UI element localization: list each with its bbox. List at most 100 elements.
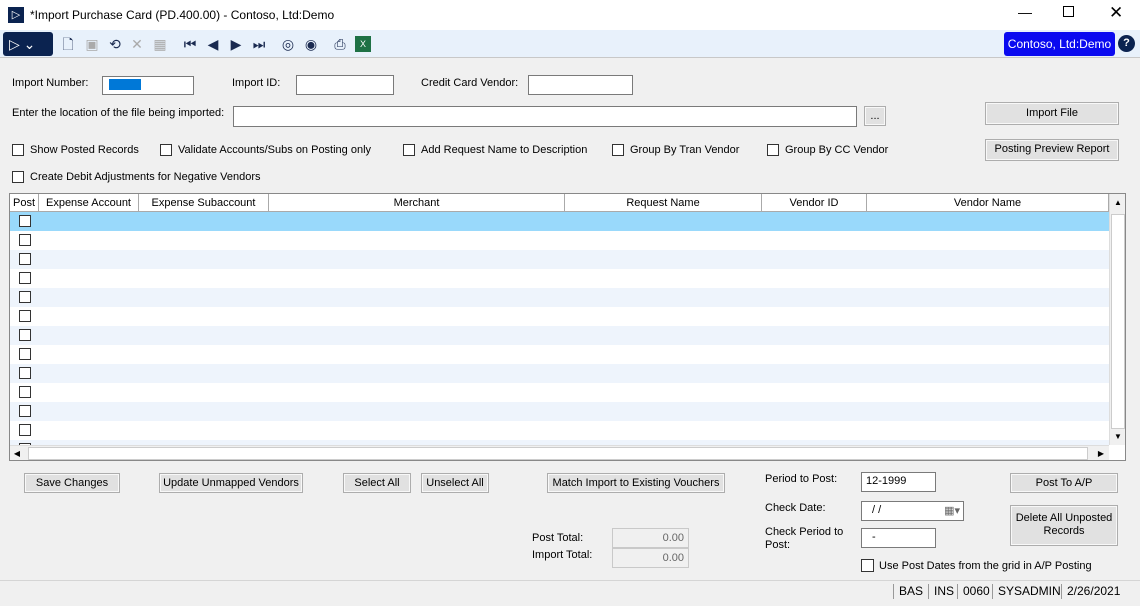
group-cc-vendor-checkbox[interactable] bbox=[767, 144, 779, 156]
table-row[interactable] bbox=[10, 421, 1109, 440]
post-checkbox[interactable] bbox=[19, 329, 31, 341]
debit-adjustments-checkbox[interactable] bbox=[12, 171, 24, 183]
table-row[interactable] bbox=[10, 231, 1109, 250]
scroll-right-icon[interactable]: ▶ bbox=[1094, 447, 1108, 460]
table-row[interactable] bbox=[10, 402, 1109, 421]
app-logo-icon: ▷ bbox=[8, 7, 24, 23]
save-changes-button[interactable]: Save Changes bbox=[24, 473, 120, 493]
show-posted-checkbox[interactable] bbox=[12, 144, 24, 156]
title-bar: ▷ *Import Purchase Card (PD.400.00) - Co… bbox=[0, 0, 1140, 30]
import-grid: Post Expense Account Expense Subaccount … bbox=[9, 193, 1126, 461]
column-header-vendor-id[interactable]: Vendor ID bbox=[762, 194, 867, 212]
post-checkbox[interactable] bbox=[19, 386, 31, 398]
import-file-button[interactable]: Import File bbox=[985, 102, 1119, 125]
table-row[interactable] bbox=[10, 307, 1109, 326]
import-number-label: Import Number: bbox=[12, 77, 89, 89]
post-checkbox[interactable] bbox=[19, 234, 31, 246]
post-checkbox[interactable] bbox=[19, 367, 31, 379]
post-to-ap-button[interactable]: Post To A/P bbox=[1010, 473, 1118, 493]
table-row[interactable] bbox=[10, 383, 1109, 402]
match-import-button[interactable]: Match Import to Existing Vouchers bbox=[547, 473, 725, 493]
post-total-value: 0.00 bbox=[612, 528, 689, 548]
status-code: 0060 bbox=[957, 584, 995, 599]
update-unmapped-vendors-button[interactable]: Update Unmapped Vendors bbox=[159, 473, 303, 493]
scroll-left-icon[interactable]: ◀ bbox=[10, 447, 24, 460]
show-posted-label: Show Posted Records bbox=[30, 144, 139, 156]
post-checkbox[interactable] bbox=[19, 310, 31, 322]
post-checkbox[interactable] bbox=[19, 215, 31, 227]
column-header-request-name[interactable]: Request Name bbox=[565, 194, 762, 212]
check-date-label: Check Date: bbox=[765, 502, 826, 514]
table-row[interactable] bbox=[10, 288, 1109, 307]
cc-vendor-label: Credit Card Vendor: bbox=[421, 77, 519, 89]
delete-unposted-button[interactable]: Delete All Unposted Records bbox=[1010, 505, 1118, 546]
nav-menu-button[interactable]: ▷ ⌄ bbox=[3, 32, 53, 56]
new-icon[interactable]: 🗋 bbox=[60, 36, 76, 52]
cancel-icon[interactable]: ▦ bbox=[152, 36, 168, 52]
autocomplete-icon[interactable]: ◎ bbox=[280, 36, 296, 52]
group-tran-vendor-label: Group By Tran Vendor bbox=[630, 144, 740, 156]
validate-accounts-checkbox[interactable] bbox=[160, 144, 172, 156]
company-badge[interactable]: Contoso, Ltd:Demo bbox=[1004, 32, 1115, 56]
post-checkbox[interactable] bbox=[19, 424, 31, 436]
table-row[interactable] bbox=[10, 269, 1109, 288]
scroll-up-icon[interactable]: ▲ bbox=[1111, 195, 1125, 210]
next-icon[interactable]: ▶ bbox=[228, 36, 244, 52]
previous-icon[interactable]: ◀ bbox=[205, 36, 221, 52]
column-header-expense-account[interactable]: Expense Account bbox=[39, 194, 139, 212]
import-number-input[interactable] bbox=[102, 76, 194, 95]
column-header-vendor-name[interactable]: Vendor Name bbox=[867, 194, 1109, 212]
validate-accounts-label: Validate Accounts/Subs on Posting only bbox=[178, 144, 372, 156]
period-to-post-input[interactable]: 12-1999 bbox=[861, 472, 936, 492]
import-total-label: Import Total: bbox=[532, 549, 593, 561]
last-icon[interactable]: ⏭ bbox=[251, 36, 267, 52]
select-all-button[interactable]: Select All bbox=[343, 473, 411, 493]
post-checkbox[interactable] bbox=[19, 253, 31, 265]
delete-icon[interactable]: ✕ bbox=[129, 36, 145, 52]
table-row[interactable] bbox=[10, 364, 1109, 383]
browse-button[interactable]: ... bbox=[864, 106, 886, 126]
post-checkbox[interactable] bbox=[19, 291, 31, 303]
horizontal-scroll-thumb[interactable] bbox=[28, 447, 1088, 460]
save-icon[interactable]: ▣ bbox=[84, 36, 100, 52]
help-icon[interactable]: ? bbox=[1118, 35, 1135, 52]
check-period-input[interactable]: - bbox=[861, 528, 936, 548]
scroll-thumb[interactable] bbox=[1111, 214, 1125, 429]
column-header-post[interactable]: Post bbox=[10, 194, 39, 212]
post-checkbox[interactable] bbox=[19, 405, 31, 417]
scroll-down-icon[interactable]: ▼ bbox=[1111, 429, 1125, 444]
table-row[interactable] bbox=[10, 250, 1109, 269]
view-icon[interactable]: ◉ bbox=[303, 36, 319, 52]
vertical-scrollbar[interactable]: ▲ ▼ bbox=[1109, 194, 1125, 445]
table-row[interactable] bbox=[10, 345, 1109, 364]
use-post-dates-checkbox[interactable] bbox=[861, 559, 874, 572]
check-period-label: Check Period to Post: bbox=[765, 526, 844, 551]
cc-vendor-input[interactable] bbox=[528, 75, 633, 95]
group-tran-vendor-checkbox[interactable] bbox=[612, 144, 624, 156]
first-icon[interactable]: ⏮ bbox=[182, 36, 198, 52]
check-date-input[interactable]: / / ▦▾ bbox=[861, 501, 964, 521]
posting-preview-button[interactable]: Posting Preview Report bbox=[985, 139, 1119, 161]
use-post-dates-label: Use Post Dates from the grid in A/P Post… bbox=[879, 560, 1092, 572]
minimize-button[interactable]: — bbox=[1018, 4, 1032, 20]
column-header-expense-subaccount[interactable]: Expense Subaccount bbox=[139, 194, 269, 212]
import-id-input[interactable] bbox=[296, 75, 394, 95]
window-title: *Import Purchase Card (PD.400.00) - Cont… bbox=[30, 8, 335, 22]
print-icon[interactable]: ⎙ bbox=[332, 36, 348, 52]
post-checkbox[interactable] bbox=[19, 272, 31, 284]
excel-icon[interactable]: X bbox=[355, 36, 371, 52]
close-button[interactable]: ✕ bbox=[1109, 3, 1123, 23]
post-checkbox[interactable] bbox=[19, 348, 31, 360]
refresh-icon[interactable]: ⟲ bbox=[107, 36, 123, 52]
file-location-input[interactable] bbox=[233, 106, 857, 127]
table-row[interactable] bbox=[10, 326, 1109, 345]
horizontal-scrollbar[interactable]: ◀ ▶ bbox=[10, 445, 1109, 460]
calendar-dropdown-icon[interactable]: ▦▾ bbox=[944, 504, 960, 517]
column-header-merchant[interactable]: Merchant bbox=[269, 194, 565, 212]
table-row[interactable] bbox=[10, 212, 1109, 231]
unselect-all-button[interactable]: Unselect All bbox=[421, 473, 489, 493]
status-user: SYSADMIN bbox=[992, 584, 1066, 599]
add-request-name-checkbox[interactable] bbox=[403, 144, 415, 156]
maximize-button[interactable] bbox=[1063, 6, 1074, 17]
status-insert: INS bbox=[928, 584, 959, 599]
